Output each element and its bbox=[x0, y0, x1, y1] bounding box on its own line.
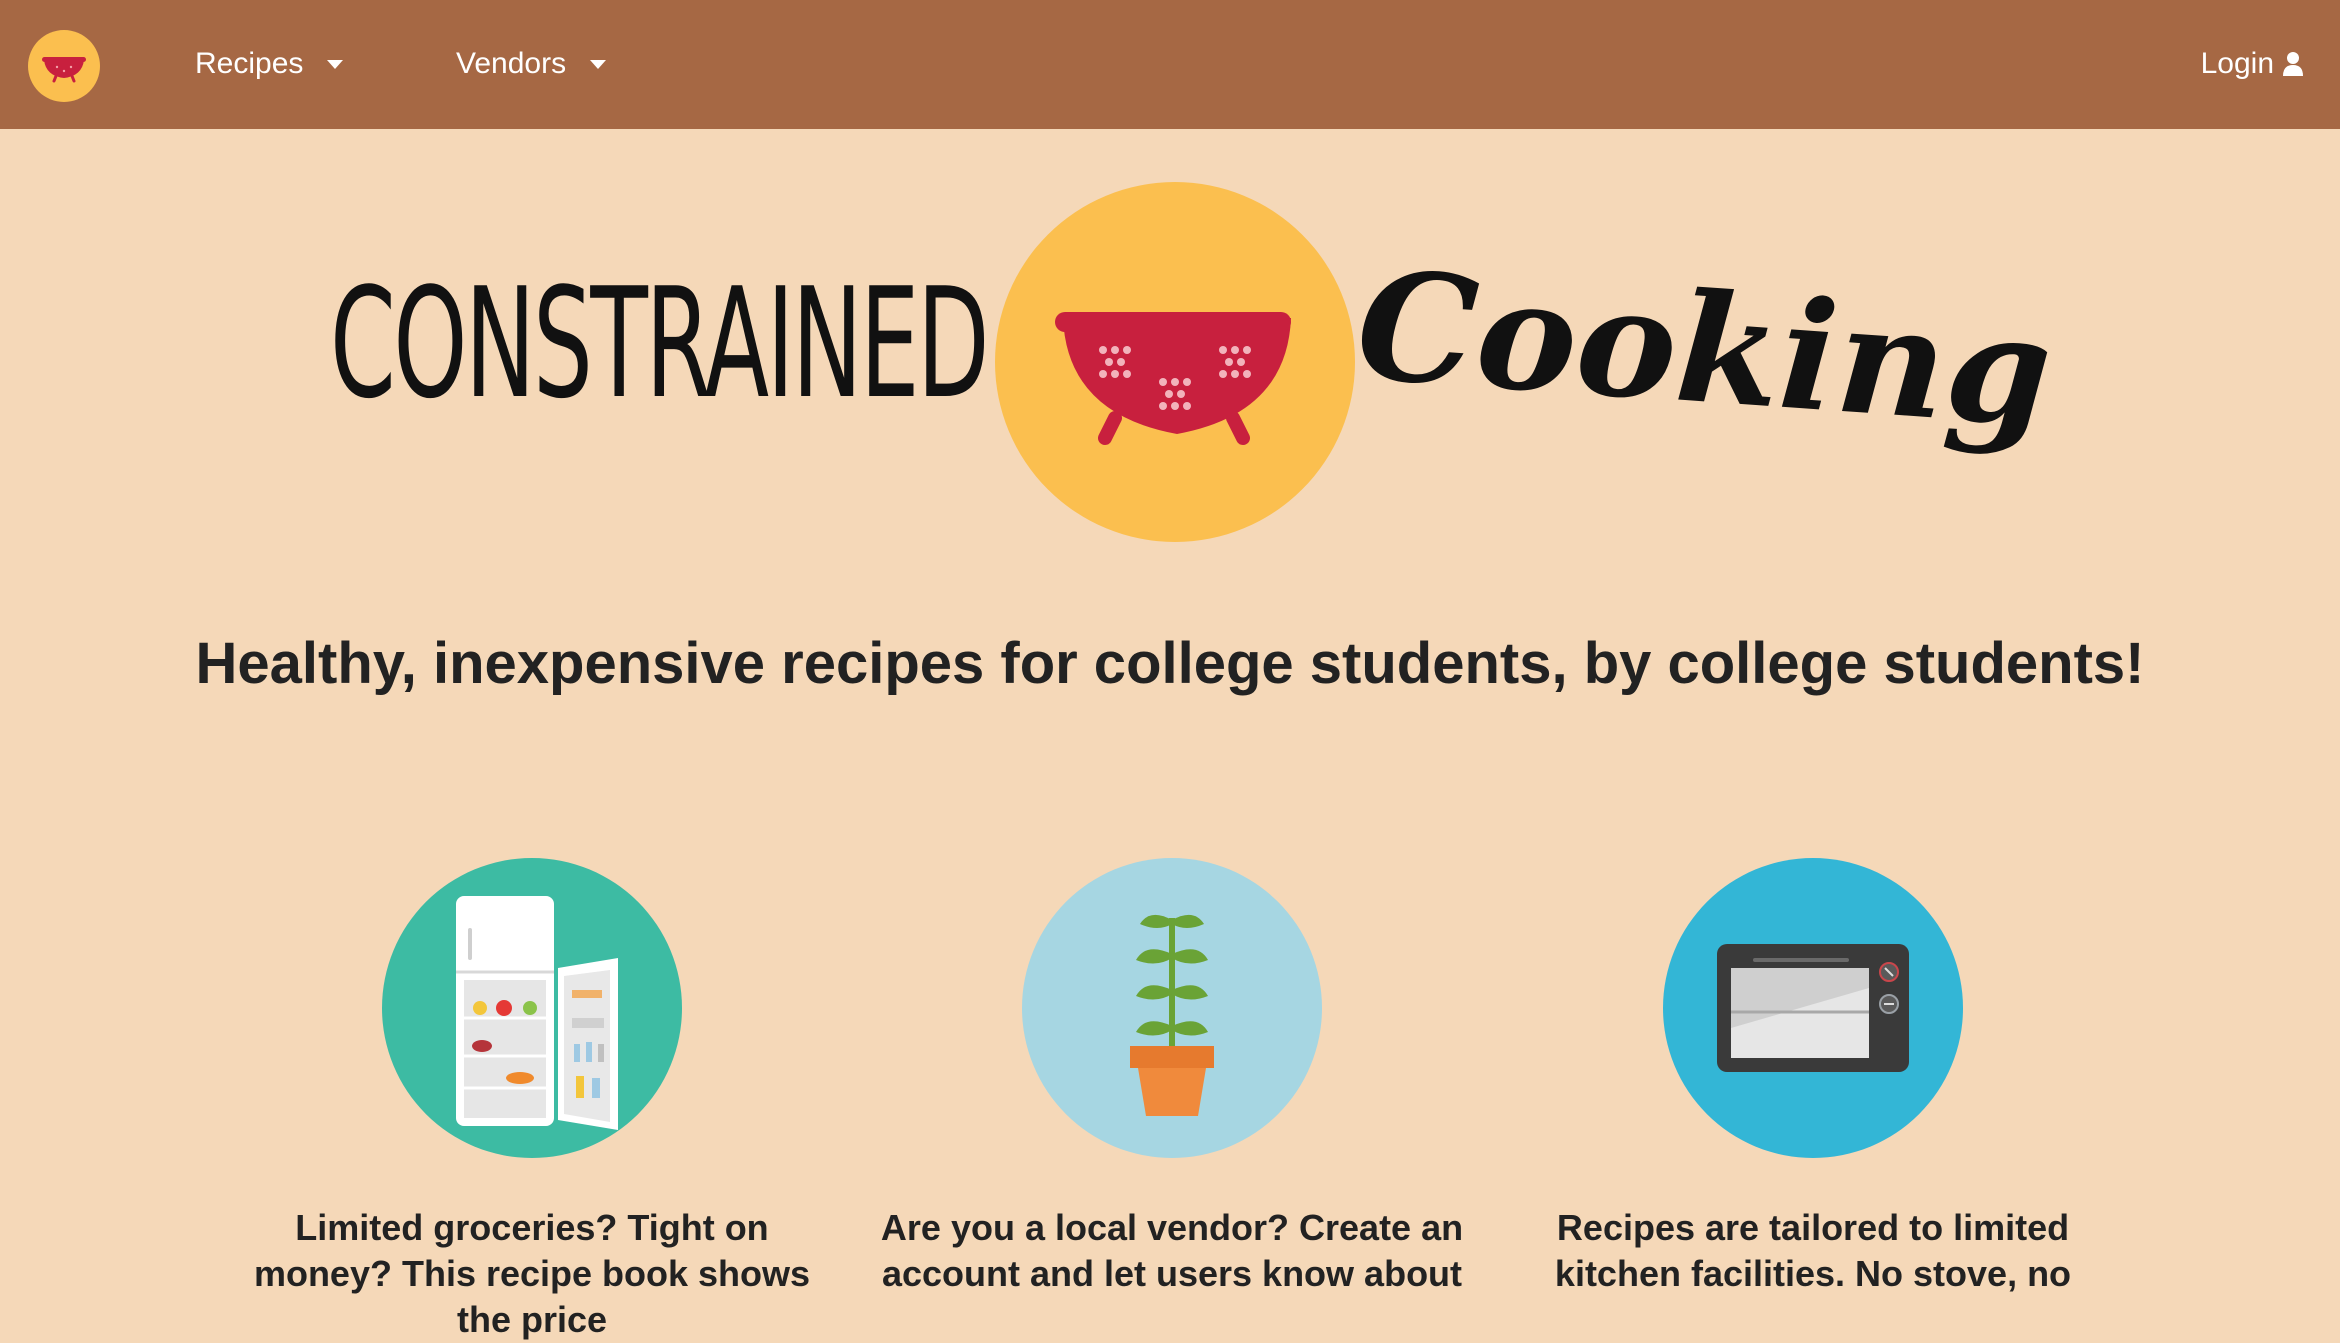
potted-plant-icon bbox=[1130, 914, 1214, 1116]
hero-logo: CONSTRAINED Cooking bbox=[330, 180, 2057, 545]
caret-down-icon bbox=[590, 59, 607, 69]
nav-vendors-dropdown[interactable]: Vendors bbox=[456, 42, 607, 86]
tagline: Healthy, inexpensive recipes for college… bbox=[195, 631, 2145, 696]
open-fridge-icon bbox=[456, 896, 618, 1130]
feature-text-groceries: Limited groceries? Tight on money? This … bbox=[253, 1207, 811, 1340]
nav-recipes-label: Recipes bbox=[195, 47, 304, 80]
home-logo-button[interactable] bbox=[28, 30, 100, 102]
login-label: Login bbox=[2200, 47, 2274, 80]
logo-word-cooking: Cooking bbox=[1351, 237, 2057, 462]
feature-text-kitchen: Recipes are tailored to limited kitchen … bbox=[1554, 1207, 2072, 1294]
login-button[interactable]: Login bbox=[2201, 42, 2304, 86]
logo-word-constrained: CONSTRAINED bbox=[330, 255, 990, 432]
nav-recipes-dropdown[interactable]: Recipes bbox=[195, 42, 344, 86]
feature-text-vendor: Are you a local vendor? Create an accoun… bbox=[880, 1207, 1464, 1294]
colander-icon bbox=[42, 57, 86, 83]
user-icon bbox=[2283, 52, 2303, 76]
logo-circle bbox=[995, 182, 1355, 542]
colander-icon bbox=[1055, 312, 1291, 445]
feature-fridge-circle bbox=[382, 858, 682, 1158]
top-navbar: Recipes Vendors Login bbox=[0, 0, 2340, 129]
feature-oven-circle bbox=[1663, 858, 1963, 1158]
toaster-oven-icon bbox=[1717, 944, 1909, 1072]
caret-down-icon bbox=[327, 59, 344, 69]
feature-plant-circle bbox=[1022, 858, 1322, 1158]
nav-vendors-label: Vendors bbox=[456, 47, 567, 80]
